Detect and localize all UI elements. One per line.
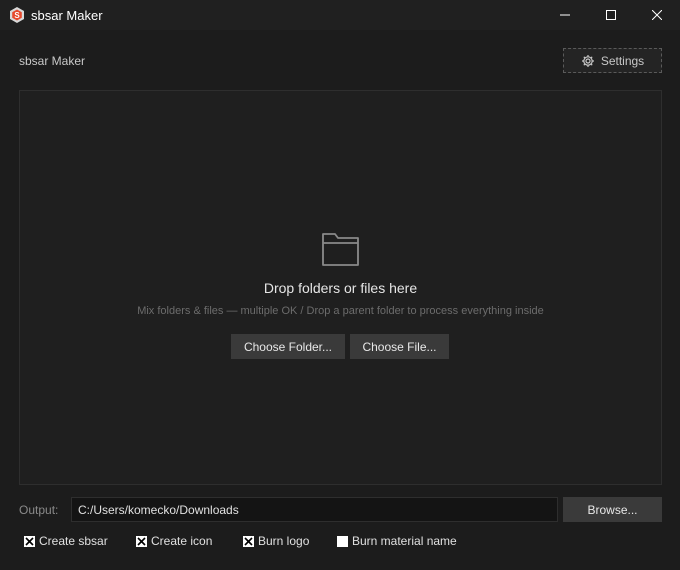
- burn-logo-checkbox[interactable]: Burn logo: [243, 534, 309, 548]
- burn-material-name-checkbox[interactable]: Burn material name: [337, 534, 457, 548]
- close-icon: [652, 10, 662, 20]
- browse-button[interactable]: Browse...: [563, 497, 662, 522]
- minimize-icon: [560, 14, 570, 16]
- folder-icon: [322, 233, 359, 266]
- header-label: sbsar Maker: [19, 54, 86, 68]
- check-x-icon: [137, 536, 146, 546]
- checkbox-label: Create sbsar: [39, 534, 108, 548]
- output-label: Output:: [19, 503, 59, 517]
- maximize-icon: [606, 10, 616, 20]
- checkbox-label: Burn material name: [352, 534, 457, 548]
- close-button[interactable]: [634, 0, 680, 30]
- gear-icon: [581, 54, 594, 67]
- title-bar: S sbsar Maker: [0, 0, 680, 30]
- checkbox-box[interactable]: [337, 535, 348, 547]
- check-x-icon: [25, 536, 34, 546]
- drop-zone[interactable]: Drop folders or files here Mix folders &…: [19, 90, 662, 485]
- drop-title: Drop folders or files here: [263, 280, 418, 296]
- svg-text:S: S: [14, 11, 20, 20]
- minimize-button[interactable]: [542, 0, 588, 30]
- app-logo-icon: S: [10, 7, 24, 23]
- create-icon-checkbox[interactable]: Create icon: [136, 534, 212, 548]
- checkbox-box[interactable]: [243, 535, 254, 547]
- checkbox-label: Create icon: [151, 534, 213, 548]
- output-path-field[interactable]: C:/Users/komecko/Downloads: [71, 497, 558, 522]
- checkbox-label: Burn logo: [258, 534, 310, 548]
- settings-button[interactable]: Settings: [563, 48, 662, 73]
- create-sbsar-checkbox[interactable]: Create sbsar: [24, 534, 108, 548]
- drop-subtitle: Mix folders & files — multiple OK / Drop…: [137, 305, 544, 317]
- window-title: sbsar Maker: [31, 8, 103, 23]
- maximize-button[interactable]: [588, 0, 634, 30]
- checkbox-box[interactable]: [136, 535, 147, 547]
- settings-label: Settings: [600, 53, 645, 68]
- checkbox-box[interactable]: [24, 535, 35, 547]
- check-x-icon: [244, 536, 253, 546]
- choose-folder-button[interactable]: Choose Folder...: [231, 334, 345, 359]
- choose-file-button[interactable]: Choose File...: [350, 334, 449, 359]
